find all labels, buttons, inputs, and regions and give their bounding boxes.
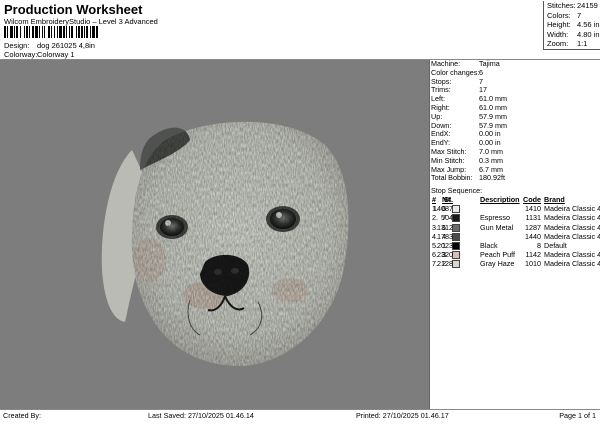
- info-key: Total Bobbin:: [431, 173, 473, 183]
- stop-row: 4. 4 1783 1440 Madeira Classic 40: [431, 231, 600, 241]
- stop-row: 2. 7 504 Espresso 1131 Madeira Classic 40: [431, 213, 600, 223]
- stop-row: 6. 3 2320 Peach Puff 1142 Madeira Classic 40: [431, 250, 600, 260]
- stop-brand: Madeira Classic 40: [544, 259, 600, 269]
- design-summary: Stitches: 24159 Colors: 7 Height: 4.56 in Widt…: [543, 1, 600, 50]
- stop-code: 1142: [525, 250, 541, 260]
- color-swatch: [452, 260, 460, 269]
- design-label: Design:: [4, 41, 30, 50]
- stop-description: Gray Haze: [480, 259, 515, 269]
- info-row: Color changes: 6: [431, 68, 600, 78]
- summary-key: Stitches:: [547, 1, 576, 10]
- info-row: Total Bobbin: 180.92ft: [431, 174, 600, 183]
- info-row: Down: 57.9 mm: [431, 121, 600, 131]
- header-brand: Brand: [544, 195, 565, 204]
- colorway-value: Colorway 1: [37, 50, 75, 59]
- info-row: EndX: 0.00 in: [431, 130, 600, 139]
- stop-code: 1010: [525, 259, 541, 269]
- color-swatch: [452, 205, 460, 214]
- stop-stitches: 504: [441, 213, 453, 223]
- footer: Created By: Last Saved: 27/10/2025 01.46…: [0, 411, 600, 423]
- info-row: Left: 61.0 mm: [431, 94, 600, 104]
- summary-value: 4.56 in: [577, 20, 600, 30]
- stop-brand: Madeira Classic 40: [544, 213, 600, 223]
- summary-row: Colors: 7: [544, 11, 600, 21]
- stop-code: 1440: [525, 231, 541, 241]
- color-swatch: [452, 214, 460, 223]
- color-swatch: [452, 251, 460, 260]
- summary-value: 24159: [577, 1, 598, 10]
- stop-description: Gun Metal: [480, 222, 514, 232]
- info-row: Stops: 7: [431, 77, 600, 87]
- stop-row: 3. 6 1312 Gun Metal 1287 Madeira Classic 40: [431, 222, 600, 232]
- stop-brand: Madeira Classic 40: [544, 231, 600, 241]
- barcode-bar: [98, 26, 99, 38]
- header-code: Code: [523, 195, 541, 204]
- color-swatch: [452, 241, 460, 250]
- colorway-row: Colorway:Colorway 1: [4, 50, 75, 59]
- design-row: Design: dog 261025 4,8in: [4, 41, 95, 50]
- stop-description: Espresso: [480, 213, 510, 223]
- summary-value: 7: [577, 10, 582, 20]
- barcode: [4, 26, 132, 38]
- stop-code: 8: [537, 240, 541, 250]
- stop-brand: Default: [544, 240, 567, 250]
- summary-value: 4.80 in: [577, 29, 600, 39]
- stop-row: 5. 1 2023 Black 8 Default: [431, 241, 599, 250]
- info-value: 180.92ft: [479, 173, 505, 183]
- printed-date: Printed: 27/10/2025 01.46.17: [356, 411, 449, 420]
- stop-brand: Madeira Classic 40: [544, 222, 600, 232]
- color-swatch: [452, 223, 460, 232]
- stop-stitches: 1783: [437, 231, 453, 241]
- info-row: Right: 61.0 mm: [431, 103, 600, 113]
- stop-code: 1410: [525, 204, 541, 214]
- page-number: Page 1 of 1: [559, 411, 596, 420]
- info-row: Up: 57.9 mm: [431, 112, 600, 122]
- stop-stitches: 2023: [437, 240, 453, 250]
- stop-code: 1287: [525, 222, 541, 232]
- stop-stitches: 14087: [433, 204, 453, 214]
- footer-divider: [0, 409, 600, 410]
- machine-info-panel: Machine: Tajima Color changes: 6 Stops: 7 Trim…: [431, 59, 600, 183]
- stop-stitches: 2128: [437, 259, 453, 269]
- software-subtitle: Wilcom EmbroideryStudio – Level 3 Advanc…: [4, 17, 158, 26]
- stop-brand: Madeira Classic 40: [544, 204, 600, 214]
- summary-key: Colors:: [547, 10, 571, 20]
- stop-row: 7. 2 2128 Gray Haze 1010 Madeira Classic 40: [431, 259, 600, 269]
- stop-stitches: 2320: [437, 250, 453, 260]
- created-by: Created By:: [3, 411, 41, 420]
- summary-row: Zoom: 1:1: [544, 39, 600, 49]
- stop-brand: Madeira Classic 40: [544, 250, 600, 260]
- summary-row: Width: 4.80 in: [544, 30, 600, 40]
- page-title: Production Worksheet: [4, 2, 143, 17]
- summary-value: 1:1: [577, 39, 588, 49]
- summary-key: Width:: [547, 29, 569, 39]
- stop-code: 1131: [525, 213, 541, 223]
- summary-key: Height:: [547, 20, 571, 30]
- stop-sequence-table: # N# St. Description Code Brand 1. 6 14087…: [431, 195, 600, 269]
- last-saved: Last Saved: 27/10/2025 01.46.14: [148, 411, 254, 420]
- info-row: Trims: 17: [431, 86, 600, 95]
- summary-key: Zoom:: [547, 39, 569, 49]
- stop-sequence-title: Stop Sequence:: [431, 186, 483, 195]
- summary-row: Stitches: 24159: [544, 1, 600, 11]
- stop-description: Peach Puff: [480, 250, 516, 260]
- stop-row: 1. 6 14087 1410 Madeira Classic 40: [431, 204, 600, 214]
- summary-row: Height: 4.56 in: [544, 20, 600, 30]
- design-value: dog 261025 4,8in: [37, 41, 95, 50]
- header-stitches: St.: [443, 195, 453, 204]
- stop-description: Black: [480, 240, 498, 250]
- design-preview-canvas: [0, 60, 430, 409]
- colorway-label: Colorway:: [4, 50, 38, 59]
- stop-sequence-header: # N# St. Description Code Brand: [431, 195, 599, 204]
- dog-embroidery-image: [101, 121, 349, 366]
- stop-stitches: 1312: [437, 222, 453, 232]
- color-swatch: [452, 232, 460, 241]
- header-description: Description: [480, 195, 520, 204]
